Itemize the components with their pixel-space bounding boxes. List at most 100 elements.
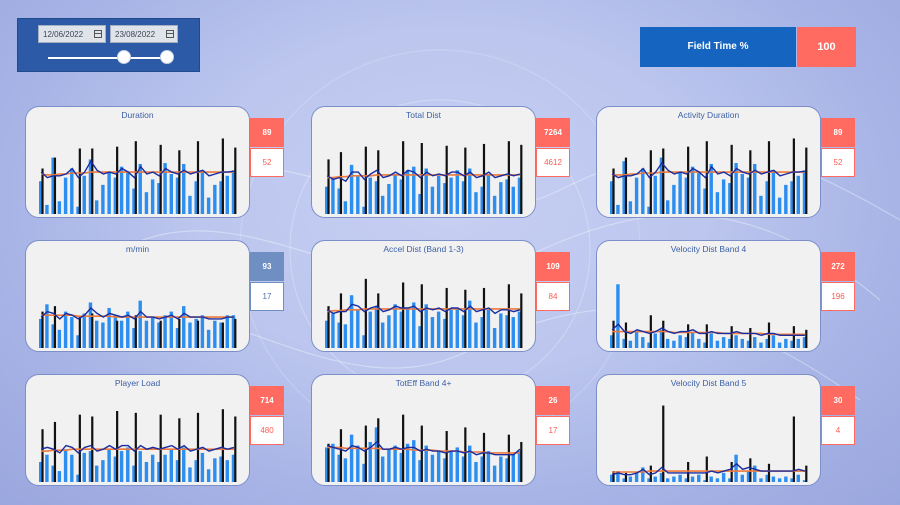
chart-marker-bar: [402, 282, 405, 348]
combo-chart: [610, 405, 808, 482]
chart-bar: [474, 192, 478, 214]
chart-bar: [101, 322, 105, 348]
chart-bar: [57, 329, 62, 348]
chart-marker-bar: [420, 425, 423, 482]
chart-bar: [405, 307, 410, 348]
card-title: Accel Dist (Band 1-3): [383, 244, 464, 254]
chart-bar: [163, 315, 167, 348]
chart-marker-bar: [482, 432, 486, 482]
chart-bar: [449, 451, 453, 482]
chart-bar: [412, 166, 416, 214]
chart-bar: [634, 472, 639, 482]
combo-chart: [39, 138, 237, 214]
chart-marker-bar: [482, 143, 486, 214]
chart-marker-bar: [134, 412, 137, 482]
chart-bar: [163, 454, 167, 482]
date-slider-end-handle[interactable]: [160, 50, 174, 64]
chart-marker-bar: [377, 293, 380, 348]
chart-marker-bar: [339, 293, 343, 348]
chart-bar: [665, 200, 670, 214]
chart-bar: [672, 476, 676, 482]
calendar-icon[interactable]: [94, 30, 102, 38]
chart-bar: [499, 313, 503, 348]
chart-bar: [144, 320, 149, 348]
chart-marker-bar: [464, 147, 467, 214]
chart-bar: [393, 173, 397, 214]
field-time-label: Field Time %: [640, 27, 796, 67]
start-date-input[interactable]: 12/06/2022: [38, 25, 106, 43]
date-range-slicer[interactable]: 12/06/2022 23/08/2022: [17, 18, 200, 72]
chart-marker-bar: [520, 441, 523, 482]
chart-bar: [213, 458, 217, 482]
chart-average-line: [611, 161, 806, 179]
chart-bar: [380, 456, 385, 482]
chart-marker-bar: [749, 327, 752, 348]
chart-bar: [796, 474, 800, 482]
chart-bar: [511, 317, 515, 348]
chart-marker-bar: [520, 293, 523, 348]
chart-marker-bar: [687, 461, 690, 482]
chart-bar: [343, 324, 348, 348]
chart-marker-bar: [339, 429, 343, 482]
chart-marker-bar: [116, 146, 119, 214]
card-max-badge: 7264: [536, 118, 570, 147]
chart-bar: [486, 309, 491, 348]
chart-bar: [721, 337, 726, 348]
chart-bar: [653, 175, 657, 214]
chart-bar: [356, 309, 360, 348]
chart-marker-bar: [178, 318, 181, 348]
card-min-badge: 52: [821, 148, 855, 177]
chart-bar: [721, 179, 726, 214]
chart-bar: [63, 449, 68, 482]
chart-bar: [225, 175, 229, 214]
chart-bar: [672, 184, 676, 214]
chart-bar: [430, 317, 435, 348]
chart-bar: [424, 304, 428, 348]
combo-chart: [325, 414, 523, 482]
chart-bar: [690, 476, 695, 482]
chart-bar: [126, 173, 130, 214]
chart-bar: [616, 204, 620, 214]
card-max-badge: 109: [536, 252, 570, 281]
card-min-badge: 196: [821, 282, 855, 311]
chart-bar: [634, 177, 639, 214]
combo-chart: [39, 409, 237, 482]
chart-bar: [511, 186, 515, 214]
chart-bar: [628, 340, 633, 348]
end-date-input[interactable]: 23/08/2022: [110, 25, 178, 43]
chart-bar: [380, 195, 385, 214]
chart-marker-bar: [649, 150, 652, 214]
card-max-badge: 89: [250, 118, 284, 147]
chart-marker-bar: [377, 418, 380, 482]
chart-marker-bar: [377, 150, 380, 214]
chart-marker-bar: [234, 416, 237, 482]
chart-bar: [784, 476, 788, 482]
calendar-icon[interactable]: [166, 30, 174, 38]
chart-marker-bar: [705, 324, 708, 348]
chart-bar: [759, 342, 763, 348]
metric-card: Activity Duration: [596, 106, 821, 218]
chart-bar: [641, 168, 645, 214]
chart-bar: [690, 166, 695, 214]
chart-marker-bar: [116, 411, 119, 482]
chart-marker-bar: [767, 463, 771, 482]
chart-bar: [455, 307, 460, 348]
chart-marker-bar: [482, 287, 486, 348]
chart-bar: [349, 295, 354, 348]
chart-bar: [213, 184, 217, 214]
chart-bar: [126, 447, 130, 482]
card-min-badge: 4612: [536, 148, 570, 177]
chart-marker-bar: [78, 148, 81, 214]
combo-chart: [610, 138, 808, 214]
start-date-text: 12/06/2022: [43, 30, 84, 39]
date-slider-track[interactable]: [48, 57, 172, 59]
chart-marker-bar: [134, 315, 137, 348]
date-slider-start-handle[interactable]: [117, 50, 131, 64]
chart-bar: [368, 177, 372, 214]
chart-bar: [200, 452, 205, 482]
chart-bar: [387, 183, 391, 214]
chart-bar: [455, 447, 460, 482]
chart-bar: [740, 338, 745, 348]
chart-marker-bar: [749, 150, 752, 214]
chart-bar: [63, 311, 68, 348]
